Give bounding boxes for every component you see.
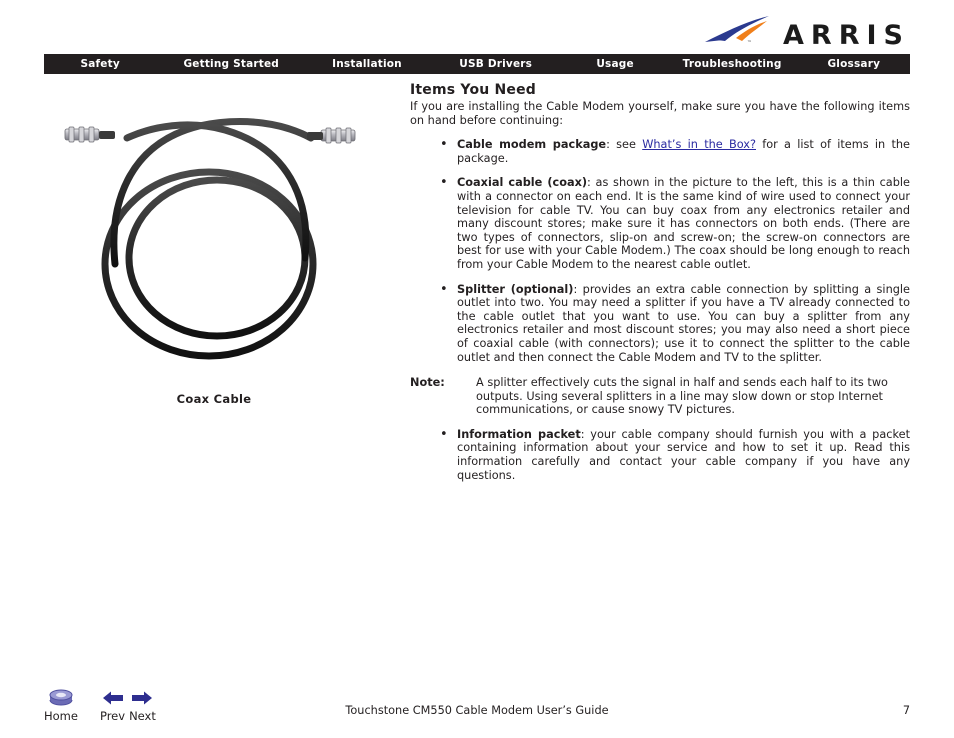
content-column: Items You Need If you are installing the… <box>410 82 910 482</box>
list-item-term: Information packet <box>457 427 581 441</box>
coax-cable-illustration <box>64 118 356 360</box>
bullet-icon: • <box>440 175 448 191</box>
requirements-list-primary: • Cable modem package: see What’s in the… <box>410 138 910 364</box>
list-item-term: Cable modem package <box>457 138 607 152</box>
list-item-cable-modem-package: • Cable modem package: see What’s in the… <box>410 138 910 165</box>
list-item-splitter: • Splitter (optional): provides an extra… <box>410 281 910 365</box>
nav-item-glossary[interactable]: Glossary <box>798 58 910 70</box>
coax-connector-right <box>307 127 356 144</box>
requirements-list-secondary: • Information packet: your cable company… <box>410 428 910 482</box>
list-item-term: Coaxial cable (coax) <box>457 176 588 190</box>
bullet-icon: • <box>440 137 448 153</box>
arris-logo: ™ ARRIS <box>703 14 910 51</box>
list-item-information-packet: • Information packet: your cable company… <box>410 428 910 482</box>
whats-in-the-box-link[interactable]: What’s in the Box? <box>642 138 756 151</box>
arris-wordmark: ARRIS <box>783 20 910 51</box>
page-number: 7 <box>902 704 910 717</box>
note-label: Note: <box>410 376 445 390</box>
bullet-icon: • <box>440 281 448 297</box>
list-item-term: Splitter (optional) <box>457 282 574 296</box>
coax-cable-image <box>49 86 379 386</box>
arris-swoosh-icon: ™ <box>705 16 770 46</box>
page-title: Items You Need <box>410 82 537 98</box>
list-item-text-before-link: : see <box>606 138 643 152</box>
svg-text:™: ™ <box>747 40 752 46</box>
nav-item-usage[interactable]: Usage <box>564 58 667 70</box>
list-item-coaxial-cable: • Coaxial cable (coax): as shown in the … <box>410 176 910 271</box>
nav-item-getting-started[interactable]: Getting Started <box>156 58 306 70</box>
note-text: A splitter effectively cuts the signal i… <box>476 376 888 417</box>
page-header: ™ ARRIS <box>0 0 954 52</box>
nav-item-safety[interactable]: Safety <box>44 58 156 70</box>
intro-paragraph: If you are installing the Cable Modem yo… <box>410 100 910 127</box>
nav-item-troubleshooting[interactable]: Troubleshooting <box>667 58 798 70</box>
nav-item-installation[interactable]: Installation <box>306 58 428 70</box>
page-footer: Home Prev Next Touchstone CM550 Cable Mo… <box>0 680 954 722</box>
bullet-icon: • <box>440 426 448 442</box>
footer-document-title: Touchstone CM550 Cable Modem User’s Guid… <box>345 704 609 717</box>
note-block: Note: A splitter effectively cuts the si… <box>410 376 910 417</box>
list-item-text: : as shown in the picture to the left, t… <box>457 176 910 271</box>
nav-item-usb-drivers[interactable]: USB Drivers <box>428 58 564 70</box>
figure-column: Coax Cable <box>44 86 384 406</box>
coax-connector-left <box>64 126 115 143</box>
figure-caption: Coax Cable <box>176 392 252 406</box>
section-nav-bar: Safety Getting Started Installation USB … <box>44 54 910 74</box>
